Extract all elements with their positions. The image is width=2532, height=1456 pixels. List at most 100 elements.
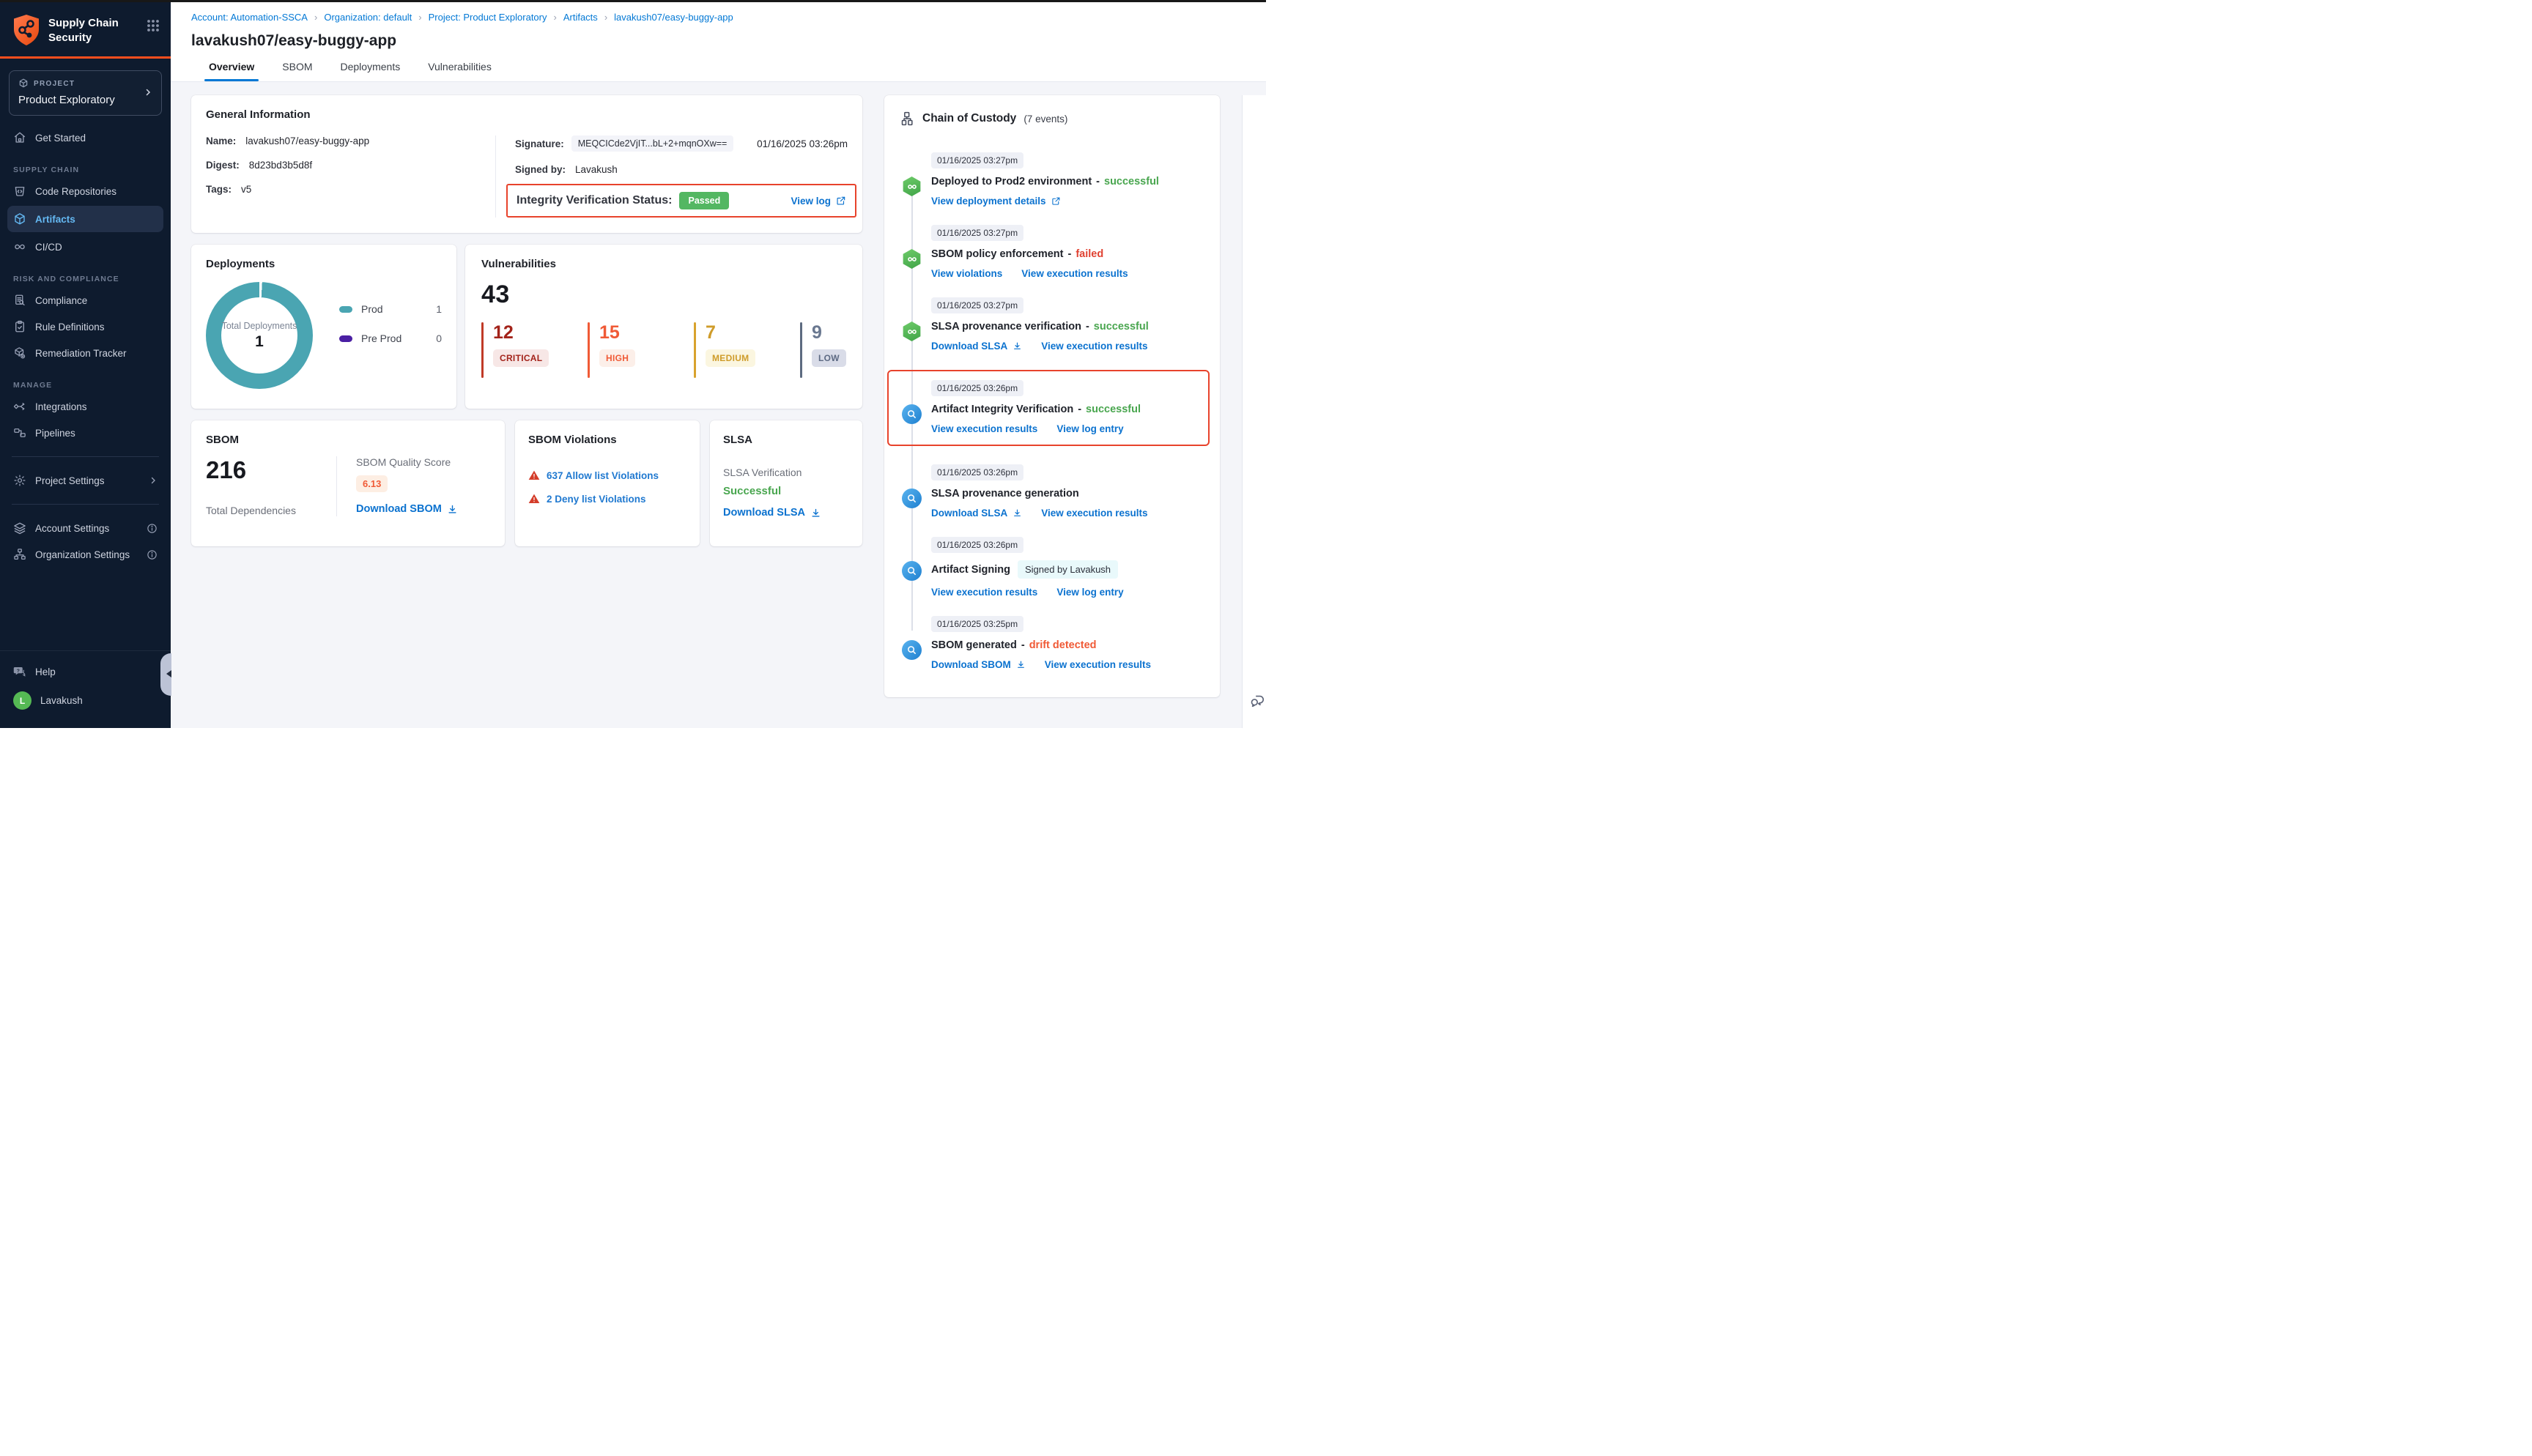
tags-label: Tags: (206, 184, 232, 195)
supply-chain-security-logo-icon (12, 14, 41, 46)
legend-item-prod: Prod 1 (339, 303, 442, 315)
sbom-total-label: Total Dependencies (206, 505, 336, 516)
breadcrumb-separator: › (604, 12, 607, 23)
artifact-digest: 8d23bd3b5d8f (249, 160, 312, 171)
avatar: L (13, 691, 32, 710)
view-execution-results-link[interactable]: View execution results (1045, 659, 1151, 670)
project-label: PROJECT (34, 80, 75, 88)
download-slsa-link[interactable]: Download SLSA (931, 508, 1022, 519)
scan-search-icon (902, 640, 922, 660)
tab-overview[interactable]: Overview (209, 61, 254, 81)
view-violations-link[interactable]: View violations (931, 268, 1002, 279)
view-execution-results-link[interactable]: View execution results (1021, 268, 1128, 279)
severity-count: 9 (812, 324, 846, 342)
sidebar-item-get-started[interactable]: Get Started (0, 125, 171, 151)
grid-apps-icon[interactable] (146, 18, 160, 33)
breadcrumb-organization[interactable]: Organization: default (324, 12, 412, 23)
severity-row: 12 CRITICAL 15 HIGH (481, 322, 846, 378)
sidebar-item-help[interactable]: ? Help (0, 658, 171, 685)
chain-event-sbom-policy-enforcement: 01/16/2025 03:27pm SBOM policy enforceme… (895, 225, 1210, 279)
view-log-entry-link[interactable]: View log entry (1056, 587, 1123, 598)
code-repo-icon (13, 185, 26, 198)
event-status: drift detected (1029, 639, 1097, 651)
severity-critical: 12 CRITICAL (481, 322, 588, 378)
severity-badge: CRITICAL (493, 349, 549, 367)
sidebar-item-label: Integrations (35, 401, 87, 412)
sidebar-item-artifacts[interactable]: Artifacts (7, 206, 163, 232)
allow-list-violations-link[interactable]: 637 Allow list Violations (528, 469, 686, 481)
legend-item-pre-prod: Pre Prod 0 (339, 333, 442, 344)
donut-legend: Prod 1 Pre Prod 0 (339, 303, 442, 362)
download-icon (447, 504, 458, 515)
content: General Information Name:lavakush07/easy… (171, 82, 1266, 728)
sidebar-item-cicd[interactable]: CI/CD (0, 234, 171, 260)
tab-deployments[interactable]: Deployments (341, 61, 401, 81)
card-title: General Information (206, 108, 848, 121)
view-deployment-details-link[interactable]: View deployment details (931, 196, 1061, 207)
sidebar-item-rule-definitions[interactable]: Rule Definitions (0, 313, 171, 340)
external-link-icon (836, 196, 846, 206)
app-title: Supply Chain Security (48, 14, 138, 45)
breadcrumb: Account: Automation-SSCA › Organization:… (191, 12, 1245, 23)
sidebar-item-compliance[interactable]: Compliance (0, 287, 171, 313)
download-sbom-link[interactable]: Download SBOM (931, 659, 1026, 670)
feedback-chat-icon[interactable] (1249, 693, 1265, 709)
view-execution-results-link[interactable]: View execution results (1041, 508, 1147, 519)
tab-vulnerabilities[interactable]: Vulnerabilities (428, 61, 492, 81)
tab-sbom[interactable]: SBOM (282, 61, 312, 81)
info-icon[interactable] (147, 523, 158, 534)
slsa-verification-status: Successful (723, 485, 849, 497)
scan-search-icon (902, 404, 922, 424)
breadcrumb-artifacts[interactable]: Artifacts (563, 12, 598, 23)
sbom-quality-score-value: 6.13 (356, 475, 388, 492)
legend-swatch-prod (339, 306, 352, 313)
info-icon[interactable] (147, 549, 158, 560)
view-log-link[interactable]: View log (791, 196, 846, 207)
deny-list-violations-link[interactable]: 2 Deny list Violations (528, 493, 686, 505)
scan-search-icon (902, 489, 922, 508)
legend-swatch-pre-prod (339, 335, 352, 342)
sidebar-collapse-handle[interactable] (160, 653, 171, 696)
sidebar-item-label: Code Repositories (35, 186, 116, 197)
sidebar-item-project-settings[interactable]: Project Settings (0, 467, 171, 494)
download-icon (1013, 341, 1022, 351)
breadcrumb-current[interactable]: lavakush07/easy-buggy-app (614, 12, 733, 23)
page: Supply Chain Security (0, 0, 1266, 728)
breadcrumb-separator: › (554, 12, 557, 23)
view-execution-results-link[interactable]: View execution results (931, 423, 1037, 434)
divider (495, 135, 496, 218)
sidebar-item-remediation-tracker[interactable]: Remediation Tracker (0, 340, 171, 366)
sidebar-item-organization-settings[interactable]: Organization Settings (0, 541, 171, 568)
sidebar-item-pipelines[interactable]: Pipelines (0, 420, 171, 446)
pipelines-icon (13, 426, 26, 439)
breadcrumb-account[interactable]: Account: Automation-SSCA (191, 12, 308, 23)
tabs: Overview SBOM Deployments Vulnerabilitie… (209, 61, 1245, 81)
external-link-icon (1051, 196, 1061, 206)
download-slsa-link[interactable]: Download SLSA (931, 341, 1022, 352)
divider (12, 504, 159, 505)
page-header: Account: Automation-SSCA › Organization:… (171, 2, 1266, 82)
severity-low: 9 LOW (800, 322, 846, 378)
severity-badge: HIGH (599, 349, 635, 367)
sidebar-item-integrations[interactable]: Integrations (0, 393, 171, 420)
chain-event-slsa-provenance-verification: 01/16/2025 03:27pm SLSA provenance verif… (895, 297, 1210, 352)
download-sbom-link[interactable]: Download SBOM (356, 503, 458, 515)
view-execution-results-link[interactable]: View execution results (931, 587, 1037, 598)
pipeline-link-icon (902, 322, 922, 341)
event-title: Artifact Signing (931, 564, 1010, 576)
view-log-entry-link[interactable]: View log entry (1056, 423, 1123, 434)
download-slsa-link[interactable]: Download SLSA (723, 507, 821, 519)
view-execution-results-link[interactable]: View execution results (1041, 341, 1147, 352)
chain-event-slsa-provenance-generation: 01/16/2025 03:26pm SLSA provenance gener… (895, 464, 1210, 519)
severity-count: 12 (493, 324, 549, 342)
event-title: SLSA provenance generation (931, 488, 1079, 499)
signed-by-value: Lavakush (575, 164, 618, 175)
sidebar-item-account-settings[interactable]: Account Settings (0, 515, 171, 541)
sidebar-item-code-repositories[interactable]: Code Repositories (0, 178, 171, 204)
project-selector[interactable]: PROJECT Product Exploratory (9, 70, 162, 116)
sidebar-item-user[interactable]: L Lavakush (0, 685, 171, 716)
legend-label: Prod (361, 303, 383, 315)
vulnerabilities-total: 43 (481, 281, 846, 309)
chain-event-artifact-signing: 01/16/2025 03:26pm Artifact Signing Sign… (895, 537, 1210, 598)
breadcrumb-project[interactable]: Project: Product Exploratory (429, 12, 547, 23)
